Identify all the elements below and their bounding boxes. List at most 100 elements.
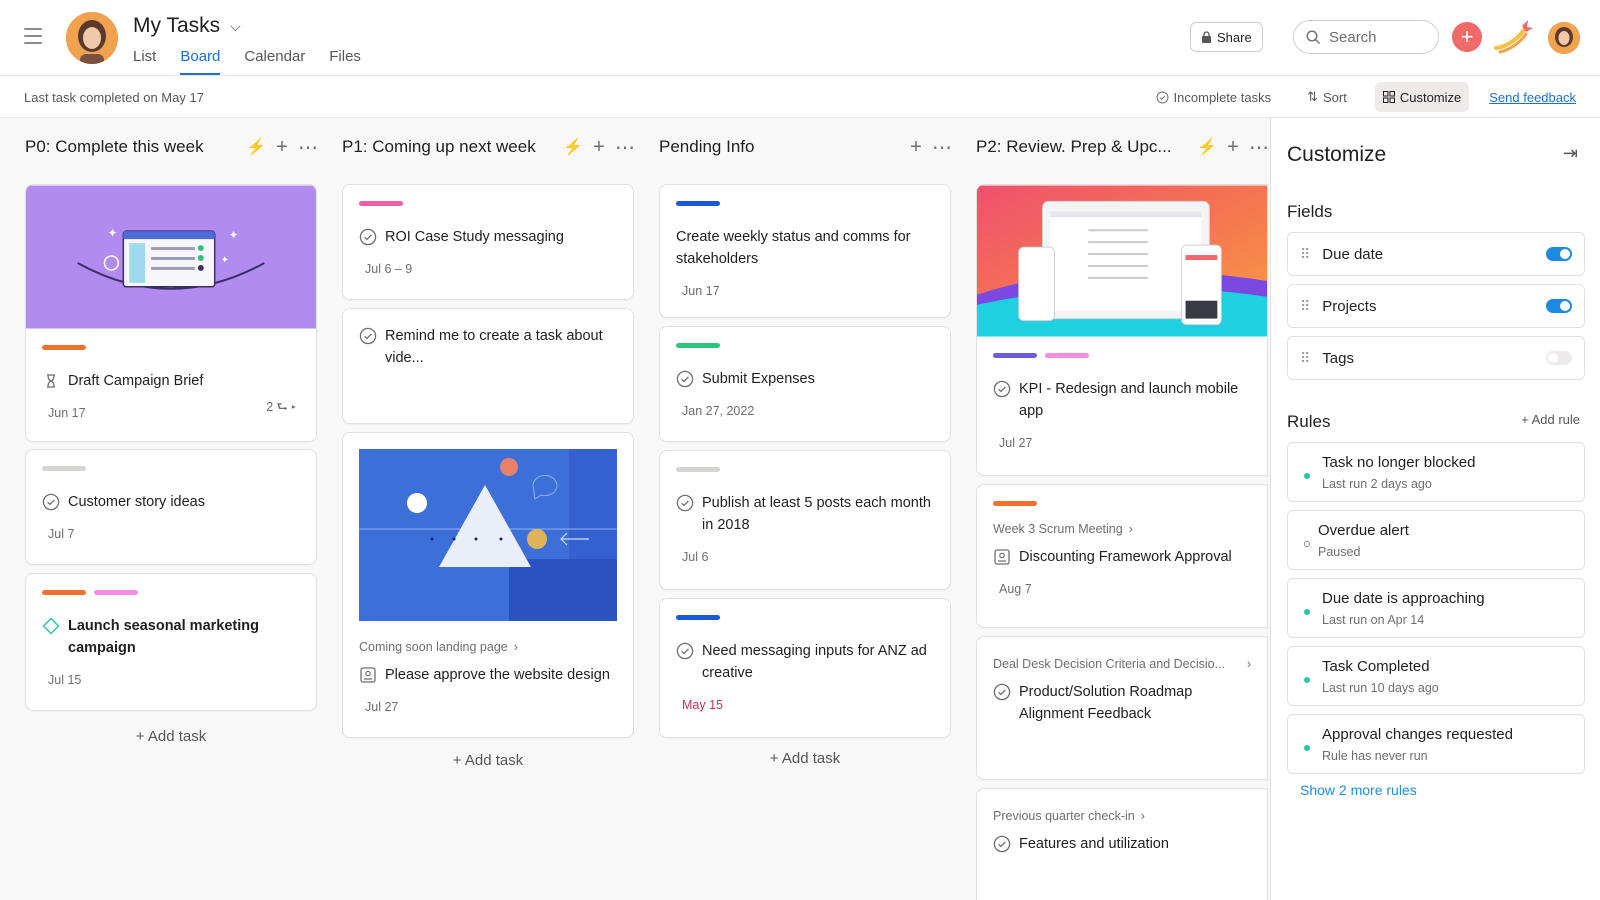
board: P0: Complete this week ⚡ + ⋯ ✦ ✦ ✦ Draft…: [0, 118, 1270, 900]
rule-name: Overdue alert: [1318, 522, 1409, 539]
lightning-icon[interactable]: ⚡: [243, 137, 269, 157]
chevron-down-icon[interactable]: ⌵: [230, 18, 241, 35]
due-date: Jun 17: [682, 284, 720, 298]
collapse-panel-icon[interactable]: ⇥: [1563, 143, 1578, 164]
share-button[interactable]: Share: [1190, 22, 1263, 52]
check-circle-icon[interactable]: [676, 494, 694, 512]
chevron-right-icon: ›: [1128, 522, 1133, 536]
due-date: Jul 7: [48, 527, 75, 541]
task-card[interactable]: KPI - Redesign and launch mobile app Jul…: [976, 184, 1268, 476]
check-circle-icon[interactable]: [359, 228, 377, 246]
task-card[interactable]: ROI Case Study messaging Jul 6 – 9: [342, 184, 634, 300]
hourglass-icon[interactable]: [42, 372, 60, 390]
rule-item[interactable]: Approval changes requested Rule has neve…: [1287, 714, 1585, 774]
check-circle-icon[interactable]: [993, 380, 1011, 398]
add-task-button[interactable]: + Add task: [659, 750, 951, 767]
card-body: Create weekly status and comms for stake…: [660, 185, 950, 298]
chevron-right-icon: ›: [1246, 657, 1251, 671]
add-icon[interactable]: +: [586, 136, 612, 159]
task-title: Remind me to create a task about vide...: [359, 325, 617, 369]
milestone-diamond-icon[interactable]: [42, 617, 60, 635]
column-title[interactable]: Pending Info: [659, 137, 903, 157]
rule-item[interactable]: Task Completed Last run 10 days ago: [1287, 646, 1585, 706]
task-card[interactable]: Remind me to create a task about vide...: [342, 308, 634, 424]
add-rule-button[interactable]: + Add rule: [1521, 412, 1580, 427]
hamburger-menu-icon[interactable]: [24, 28, 42, 44]
add-icon[interactable]: +: [269, 136, 295, 159]
column-title[interactable]: P0: Complete this week: [25, 137, 243, 157]
approval-icon[interactable]: [359, 666, 377, 684]
more-options-icon[interactable]: ⋯: [295, 135, 321, 160]
drag-handle-icon[interactable]: ⠿: [1300, 350, 1310, 367]
task-card[interactable]: Customer story ideas Jul 7: [25, 449, 317, 565]
field-projects[interactable]: ⠿ Projects: [1287, 284, 1585, 328]
drag-handle-icon[interactable]: ⠿: [1300, 246, 1310, 263]
check-circle-icon[interactable]: [676, 642, 694, 660]
project-link[interactable]: Previous quarter check-in ›: [993, 809, 1251, 823]
task-card[interactable]: Need messaging inputs for ANZ ad creativ…: [659, 598, 951, 738]
task-card[interactable]: Launch seasonal marketing campaign Jul 1…: [25, 573, 317, 711]
more-options-icon[interactable]: ⋯: [612, 135, 638, 160]
add-task-button[interactable]: + Add task: [342, 752, 634, 769]
subtask-count[interactable]: 2 ⮑ ▸: [266, 398, 296, 419]
field-tags[interactable]: ⠿ Tags: [1287, 336, 1585, 380]
tab-calendar[interactable]: Calendar: [244, 48, 305, 75]
quick-add-button[interactable]: +: [1452, 22, 1482, 52]
task-title: Create weekly status and comms for stake…: [676, 226, 934, 270]
rule-item[interactable]: Due date is approaching Last run on Apr …: [1287, 578, 1585, 638]
field-toggle[interactable]: [1546, 351, 1572, 365]
check-circle-icon[interactable]: [676, 370, 694, 388]
rule-active-dot: [1304, 745, 1310, 751]
customize-button[interactable]: Customize: [1374, 82, 1470, 112]
field-due-date[interactable]: ⠿ Due date: [1287, 232, 1585, 276]
task-card[interactable]: Deal Desk Decision Criteria and Decisio.…: [976, 636, 1268, 780]
incomplete-tasks-filter[interactable]: Incomplete tasks: [1148, 82, 1280, 112]
tag-bars: [42, 466, 300, 471]
card-body: Need messaging inputs for ANZ ad creativ…: [660, 599, 950, 712]
approval-icon[interactable]: [993, 548, 1011, 566]
add-icon[interactable]: +: [903, 136, 929, 159]
tab-board[interactable]: Board: [180, 48, 221, 75]
rule-item[interactable]: Overdue alert Paused: [1287, 510, 1585, 570]
task-card[interactable]: Submit Expenses Jan 27, 2022: [659, 326, 951, 442]
more-options-icon[interactable]: ⋯: [1246, 135, 1270, 160]
lightning-icon[interactable]: ⚡: [1194, 137, 1220, 157]
field-toggle[interactable]: [1546, 299, 1572, 313]
drag-handle-icon[interactable]: ⠿: [1300, 298, 1310, 315]
page-title[interactable]: My Tasks ⌵: [133, 14, 241, 38]
task-title: Publish at least 5 posts each month in 2…: [676, 492, 934, 536]
column-title[interactable]: P1: Coming up next week: [342, 137, 560, 157]
task-card[interactable]: Coming soon landing page › Please approv…: [342, 432, 634, 738]
tab-files[interactable]: Files: [329, 48, 361, 75]
check-circle-icon[interactable]: [993, 683, 1011, 701]
send-feedback-link[interactable]: Send feedback: [1489, 90, 1576, 105]
more-options-icon[interactable]: ⋯: [929, 135, 955, 160]
celebration-logo-icon[interactable]: [1494, 18, 1534, 56]
grid-icon: [1382, 91, 1395, 103]
tag-bars: [676, 201, 934, 206]
task-card[interactable]: Previous quarter check-in › Features and…: [976, 788, 1268, 900]
add-task-button[interactable]: + Add task: [25, 728, 317, 745]
rule-item[interactable]: Task no longer blocked Last run 2 days a…: [1287, 442, 1585, 502]
user-avatar[interactable]: [1548, 22, 1580, 54]
task-card[interactable]: Publish at least 5 posts each month in 2…: [659, 450, 951, 590]
project-link[interactable]: Coming soon landing page ›: [359, 640, 617, 654]
check-circle-icon[interactable]: [993, 835, 1011, 853]
search-input[interactable]: Search: [1293, 20, 1439, 54]
field-toggle[interactable]: [1546, 247, 1572, 261]
task-card[interactable]: Week 3 Scrum Meeting › Discounting Frame…: [976, 484, 1268, 628]
show-more-rules-link[interactable]: Show 2 more rules: [1300, 782, 1417, 798]
tab-list[interactable]: List: [133, 48, 156, 75]
lightning-icon[interactable]: ⚡: [560, 137, 586, 157]
add-icon[interactable]: +: [1220, 136, 1246, 159]
check-circle-icon[interactable]: [359, 327, 377, 345]
avatar[interactable]: [66, 12, 118, 64]
project-link[interactable]: Deal Desk Decision Criteria and Decisio.…: [993, 657, 1251, 671]
task-card[interactable]: ✦ ✦ ✦ Draft Campaign Brief Jun 17 2 ⮑ ▸: [25, 184, 317, 442]
chevron-right-icon: ›: [1140, 809, 1145, 823]
task-card[interactable]: Create weekly status and comms for stake…: [659, 184, 951, 318]
sort-button[interactable]: ⇅ Sort: [1299, 82, 1355, 112]
project-link[interactable]: Week 3 Scrum Meeting ›: [993, 522, 1251, 536]
check-circle-icon[interactable]: [42, 493, 60, 511]
column-title[interactable]: P2: Review. Prep & Upc...: [976, 137, 1194, 157]
